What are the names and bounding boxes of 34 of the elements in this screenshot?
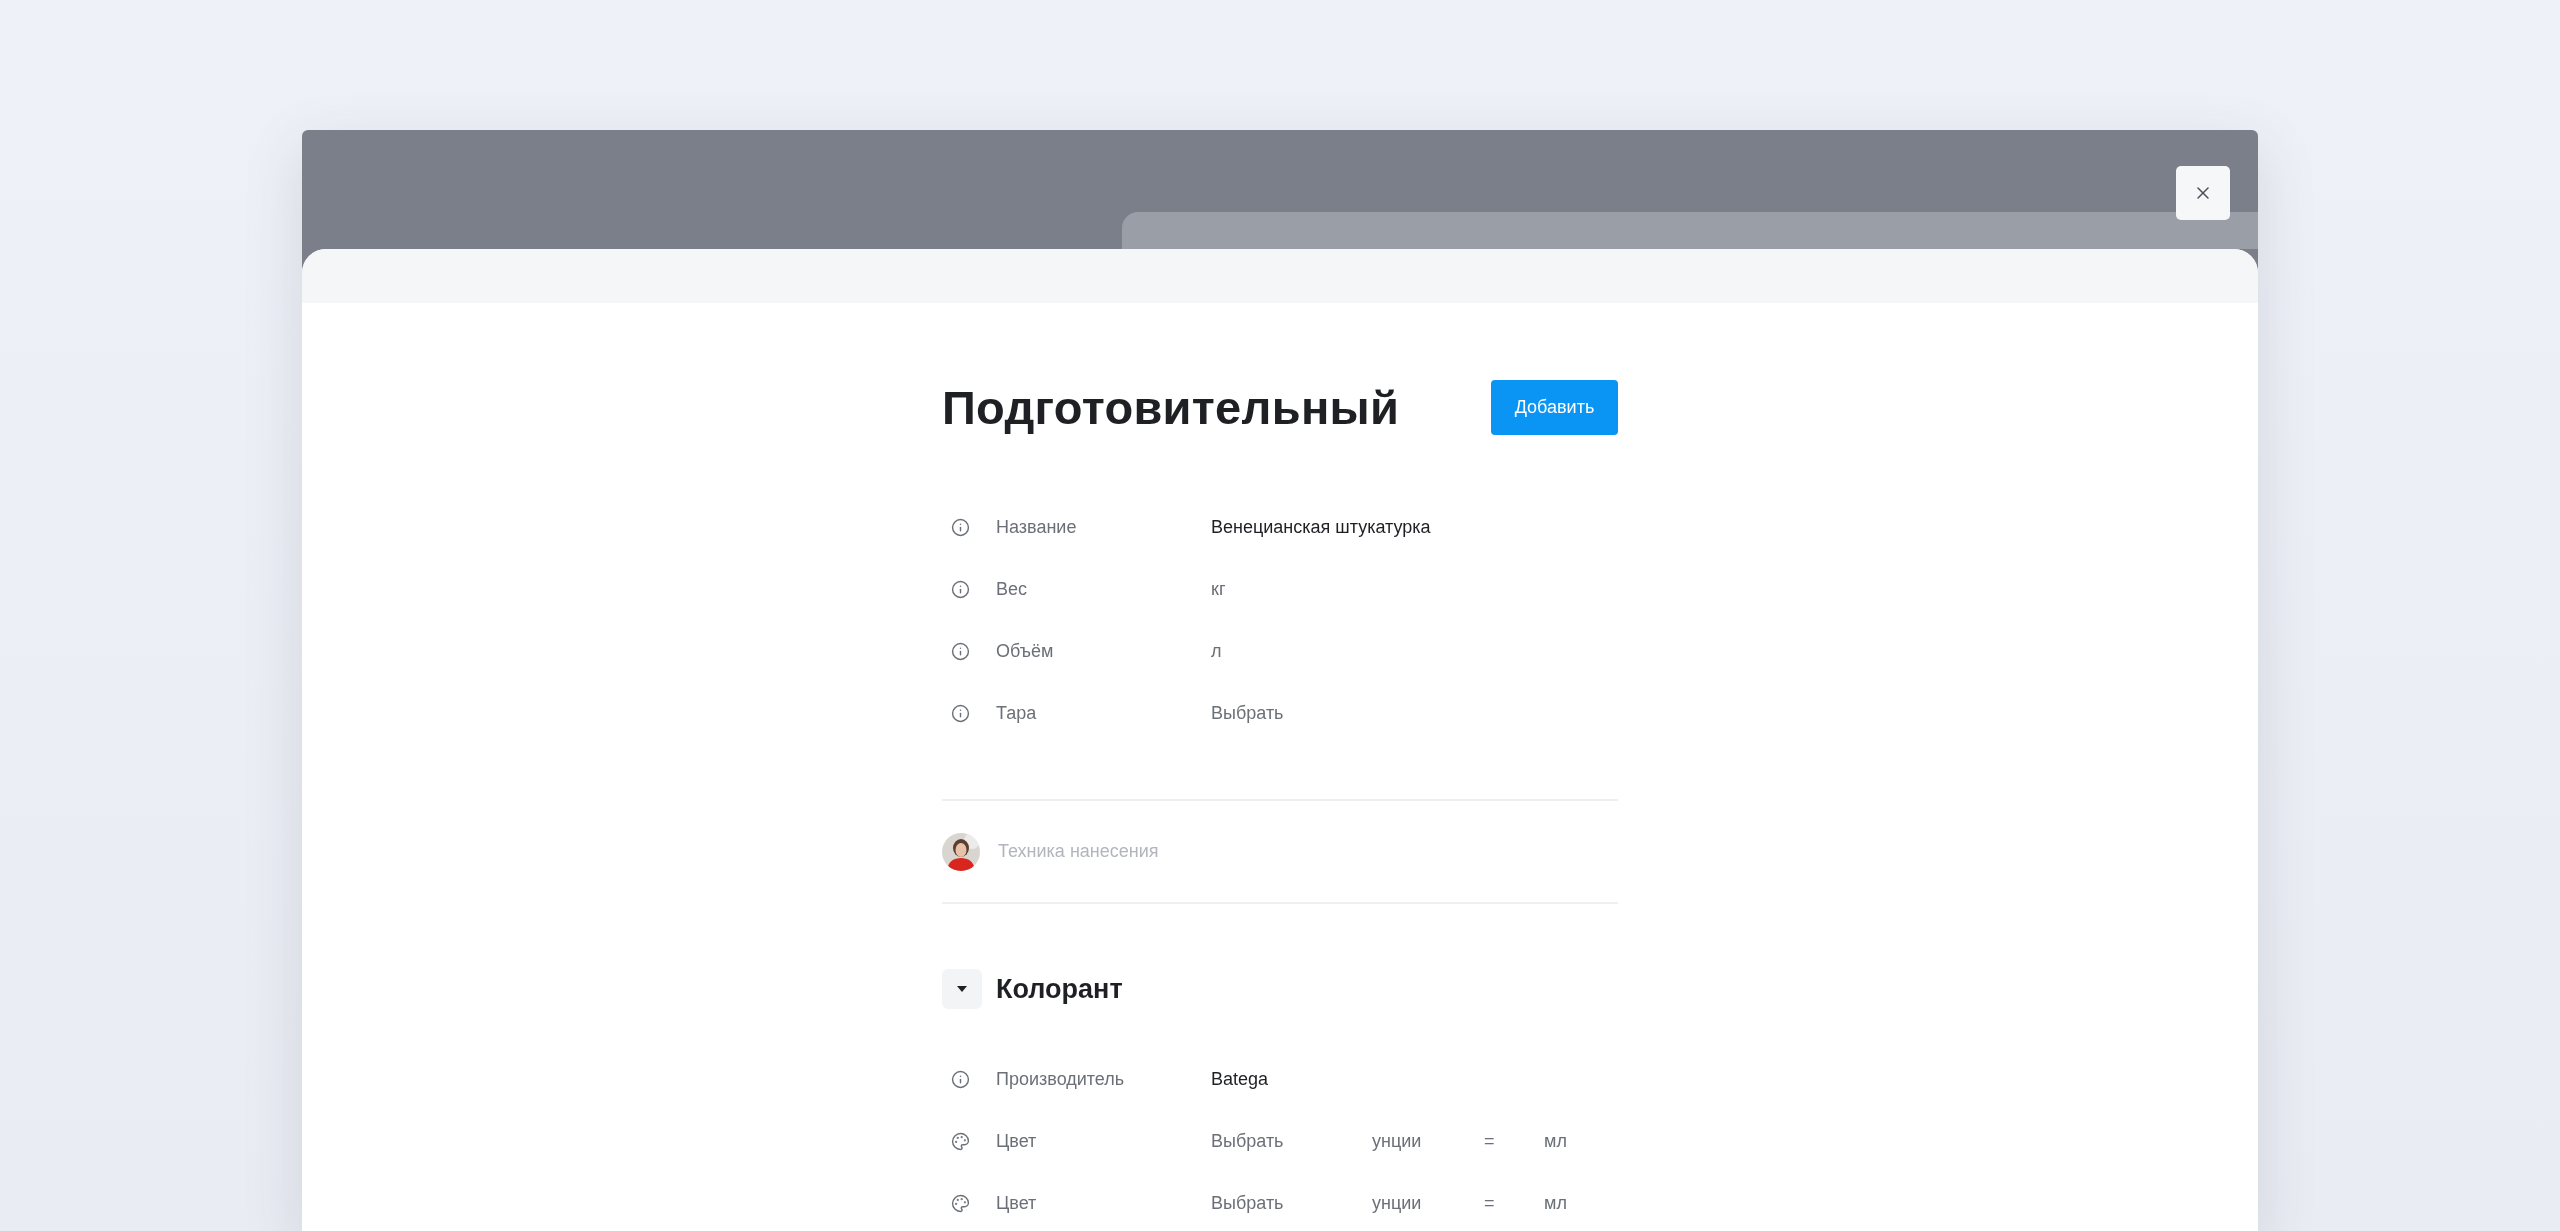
equals-sign: = bbox=[1484, 1130, 1496, 1152]
info-icon bbox=[951, 1069, 970, 1089]
field-value[interactable]: кг bbox=[1211, 578, 1226, 600]
field-value[interactable]: Венецианская штукатурка bbox=[1211, 516, 1431, 538]
field-value[interactable]: Batega bbox=[1211, 1068, 1269, 1090]
collapse-toggle[interactable] bbox=[942, 969, 982, 1009]
page-title: Подготовительный bbox=[942, 380, 1400, 435]
field-label: Тара bbox=[996, 702, 1038, 724]
unit-label: унции bbox=[1372, 1130, 1423, 1152]
field-label: Название bbox=[996, 516, 1078, 538]
palette-icon bbox=[951, 1193, 970, 1213]
field-label: Цвет bbox=[996, 1130, 1038, 1152]
field-value[interactable]: Выбрать bbox=[1211, 1130, 1284, 1152]
field-label: Цвет bbox=[996, 1192, 1038, 1214]
add-button[interactable]: Добавить bbox=[1491, 380, 1618, 435]
field-value[interactable]: Выбрать bbox=[1211, 702, 1284, 724]
field-value[interactable]: Выбрать bbox=[1211, 1192, 1284, 1214]
info-icon bbox=[951, 641, 970, 661]
unit-label: унции bbox=[1372, 1192, 1423, 1214]
info-icon bbox=[951, 517, 970, 537]
caret-icon bbox=[956, 985, 968, 993]
section-title: Колорант bbox=[996, 973, 1123, 1005]
comment-field[interactable]: Техника нанесения bbox=[996, 840, 1618, 863]
info-icon bbox=[951, 579, 970, 599]
close-button[interactable] bbox=[2176, 166, 2230, 220]
field-label: Вес bbox=[996, 578, 1029, 600]
equals-sign: = bbox=[1484, 1192, 1496, 1214]
unit-label: мл bbox=[1544, 1192, 1568, 1214]
field-label: Объём bbox=[996, 640, 1055, 662]
field-value[interactable]: л bbox=[1211, 640, 1222, 662]
field-label: Производитель bbox=[996, 1068, 1126, 1090]
info-icon bbox=[951, 703, 970, 723]
palette-icon bbox=[951, 1131, 970, 1151]
unit-label: мл bbox=[1544, 1130, 1568, 1152]
